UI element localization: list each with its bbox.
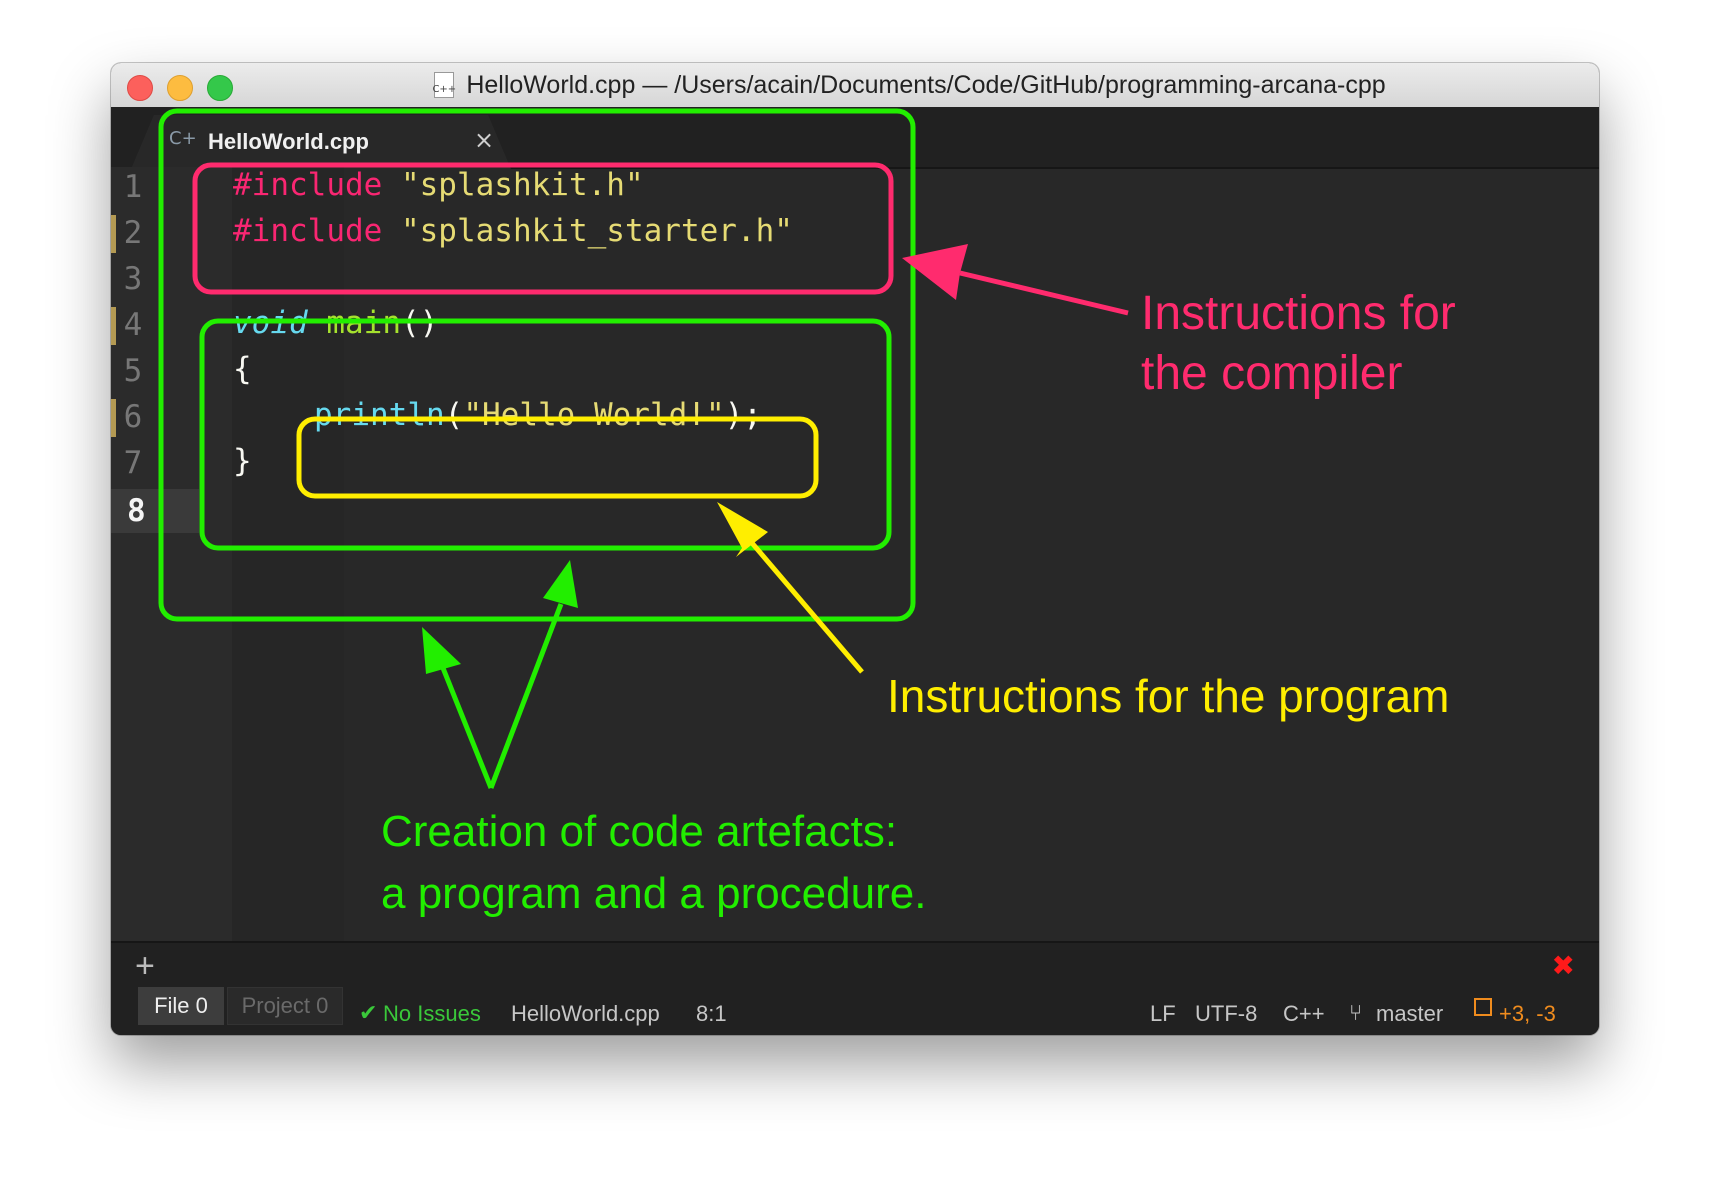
artefact-arrow-line-right bbox=[488, 603, 564, 789]
program-annotation: Instructions for the program bbox=[887, 670, 1450, 722]
artefacts-annotation-line-1: Creation of code artefacts: bbox=[381, 807, 898, 856]
compiler-annotation-line-1: Instructions for bbox=[1141, 287, 1456, 340]
compiler-arrow-line bbox=[959, 270, 1129, 316]
program-arrow-line bbox=[750, 541, 864, 674]
artefact-arrow-head-left bbox=[422, 627, 461, 674]
annotation-overlay bbox=[158, 108, 1129, 789]
artefact-arrow-head-right bbox=[543, 560, 578, 608]
compiler-annotation-line-2: the compiler bbox=[1141, 347, 1403, 400]
artefacts-annotation: Creation of code artefacts: a program an… bbox=[381, 801, 926, 926]
compiler-instructions-box bbox=[192, 162, 894, 295]
program-instruction-box bbox=[296, 416, 819, 499]
procedure-box bbox=[199, 318, 892, 551]
artefacts-annotation-line-2: a program and a procedure. bbox=[381, 869, 927, 919]
artefact-arrow-line-left bbox=[440, 667, 494, 789]
compiler-annotation: Instructions for the compiler bbox=[1141, 284, 1456, 404]
tab-artefact-box bbox=[158, 108, 916, 622]
